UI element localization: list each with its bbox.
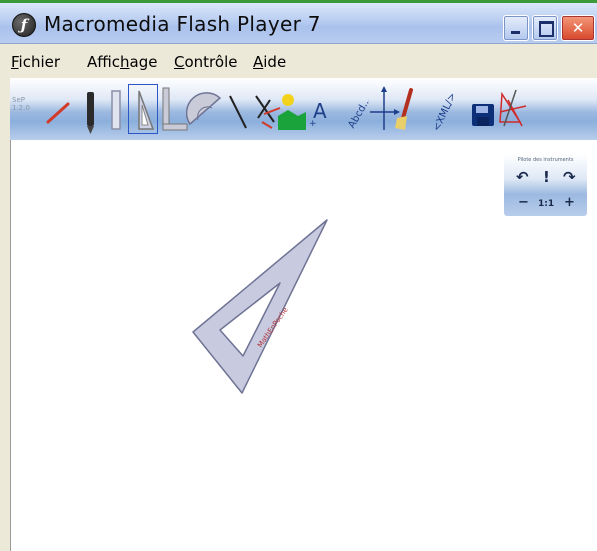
segment-icon	[46, 102, 70, 124]
instrument-navigator: Pilote des instruments ↶ ! ↷ − 1:1 +	[504, 154, 587, 216]
minimize-button[interactable]	[503, 15, 529, 41]
menu-bar: Fichier Affichage Contrôle Aide	[0, 44, 597, 78]
minimize-icon	[511, 31, 520, 34]
menu-fichier[interactable]: Fichier	[11, 53, 60, 71]
label-icon: Abcd...	[346, 95, 369, 130]
undo-icon[interactable]: ↶	[516, 168, 529, 186]
label-tool-button[interactable]: Abcd...	[333, 84, 369, 134]
clear-tool-button[interactable]	[496, 84, 532, 134]
xml-tool-button[interactable]: <XML/>	[420, 84, 456, 134]
zoom-reset-button[interactable]: 1:1	[538, 199, 554, 209]
info-icon[interactable]: !	[543, 168, 550, 186]
protractor-tool-button[interactable]	[186, 84, 222, 134]
xml-icon: <XML/>	[431, 91, 456, 133]
svg-text:+: +	[309, 119, 317, 129]
tool-palette: SeP 1.2.0 A + Abcd... <XML/>	[10, 78, 597, 140]
close-button[interactable]: ✕	[561, 15, 595, 41]
menu-controle[interactable]: Contrôle	[174, 53, 237, 71]
window-left-border	[0, 44, 10, 551]
flash-player-window: ƒ Macromedia Flash Player 7 ✕ Fichier Af…	[0, 0, 597, 551]
clear-icon	[499, 89, 527, 127]
svg-text:<XML/>: <XML/>	[431, 91, 456, 133]
zoom-in-icon[interactable]: +	[564, 195, 575, 210]
segment-tool-button[interactable]	[40, 84, 76, 134]
maximize-button[interactable]	[532, 15, 558, 41]
zoom-out-icon[interactable]: −	[518, 195, 529, 210]
redo-icon[interactable]: ↷	[563, 168, 576, 186]
menu-affichage[interactable]: Affichage	[87, 53, 157, 71]
set-square-icon	[138, 90, 155, 130]
protractor-icon	[186, 92, 222, 126]
set-square-tool-button[interactable]	[128, 84, 158, 134]
menu-aide[interactable]: Aide	[253, 53, 286, 71]
close-icon: ✕	[571, 19, 585, 37]
flash-player-icon: ƒ	[12, 13, 36, 37]
navigator-title: Pilote des instruments	[517, 157, 574, 163]
title-bar[interactable]: ƒ Macromedia Flash Player 7 ✕	[0, 3, 597, 44]
maximize-icon	[539, 21, 554, 37]
window-title: Macromedia Flash Player 7	[44, 12, 321, 36]
version-label: SeP 1.2.0	[12, 96, 30, 112]
